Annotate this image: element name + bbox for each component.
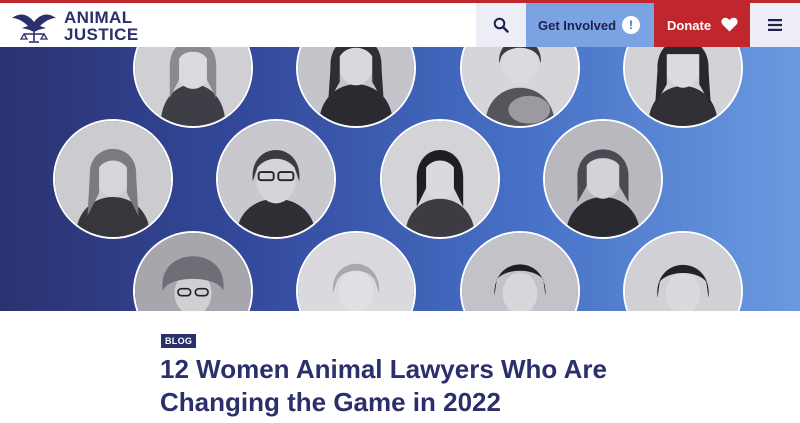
lawyer-portrait	[296, 47, 416, 128]
donate-label: Donate	[667, 17, 712, 33]
get-involved-button[interactable]: Get Involved !	[526, 3, 654, 47]
lawyer-portrait	[216, 119, 336, 239]
dove-scales-icon	[12, 14, 56, 43]
lawyer-portrait	[133, 47, 253, 128]
lawyer-portrait	[296, 231, 416, 311]
hero-portrait-collage	[0, 47, 800, 311]
lawyer-portrait	[623, 47, 743, 128]
logo-line-justice: JUSTICE	[64, 25, 139, 44]
hamburger-menu-icon	[768, 19, 782, 31]
lawyer-portrait	[460, 47, 580, 128]
site-header: ANIMAL JUSTICE Get Involved ! Donate	[0, 3, 800, 47]
lawyer-portrait	[380, 119, 500, 239]
lawyer-portrait	[133, 231, 253, 311]
logo-line-animal: ANIMAL	[64, 8, 133, 27]
get-involved-label: Get Involved	[538, 17, 617, 33]
heart-icon	[721, 17, 738, 32]
donate-button[interactable]: Donate	[654, 3, 750, 47]
site-logo[interactable]: ANIMAL JUSTICE	[10, 7, 139, 45]
menu-button[interactable]	[750, 3, 800, 47]
article-title: 12 Women Animal Lawyers Who Are Changing…	[160, 354, 607, 417]
exclamation-bubble-icon: !	[622, 16, 640, 34]
lawyer-portrait	[53, 119, 173, 239]
search-button[interactable]	[476, 3, 526, 47]
lawyer-portrait	[543, 119, 663, 239]
search-icon	[493, 17, 509, 33]
category-badge[interactable]: BLOG	[161, 334, 197, 348]
lawyer-portrait	[623, 231, 743, 311]
lawyer-portrait	[460, 231, 580, 311]
article-header: BLOG 12 Women Animal Lawyers Who Are Cha…	[0, 311, 800, 423]
